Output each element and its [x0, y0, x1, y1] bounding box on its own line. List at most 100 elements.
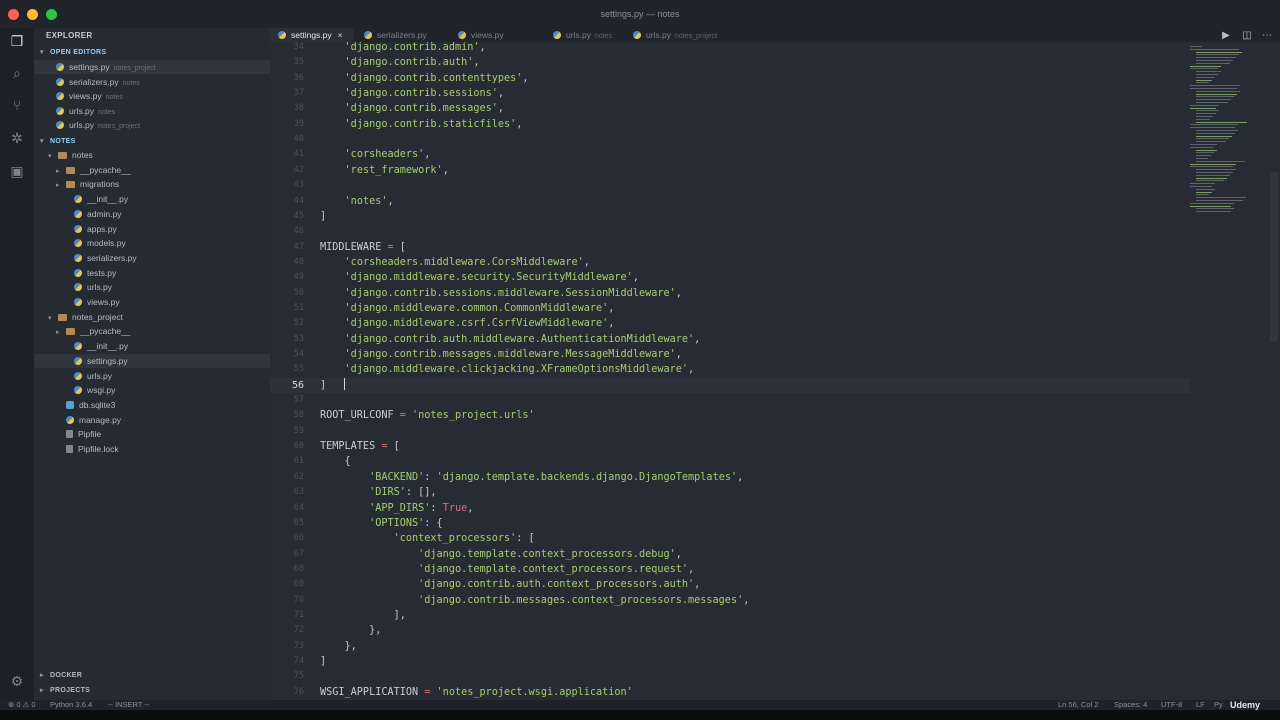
tab-serializers-py[interactable]: serializers.py — [356, 28, 448, 42]
open-editor-item[interactable]: urls.py notes — [34, 104, 270, 118]
code-line[interactable]: 50 'django.contrib.sessions.middleware.S… — [270, 286, 1190, 301]
code-line[interactable]: 46 — [270, 224, 1190, 239]
code-line[interactable]: 71 ], — [270, 608, 1190, 623]
code-line[interactable]: 51 'django.middleware.common.CommonMiddl… — [270, 301, 1190, 316]
search-icon[interactable]: ⌕ — [8, 64, 26, 82]
code-line[interactable]: 52 'django.middleware.csrf.CsrfViewMiddl… — [270, 316, 1190, 331]
open-editor-item[interactable]: views.py notes — [34, 89, 270, 103]
tree-item-file[interactable]: Pipfile.lock — [34, 442, 270, 456]
open-editor-item[interactable]: urls.py notes_project — [34, 118, 270, 132]
code-area[interactable]: 34 'django.contrib.admin', 35 'django.con… — [270, 42, 1190, 700]
settings-gear-icon[interactable]: ⚙ — [8, 672, 26, 690]
code-line[interactable]: 38 'django.contrib.messages', — [270, 101, 1190, 116]
code-line[interactable]: 43 — [270, 178, 1190, 193]
indentation[interactable]: Spaces: 4 — [1114, 700, 1147, 710]
code-line[interactable]: 60 TEMPLATES = [ — [270, 439, 1190, 454]
debug-icon[interactable]: ✲ — [8, 129, 26, 147]
code-line[interactable]: 76 WSGI_APPLICATION = 'notes_project.wsgi… — [270, 685, 1190, 700]
extensions-icon[interactable]: ▣ — [8, 162, 26, 180]
code-line[interactable]: 72 }, — [270, 623, 1190, 638]
code-line[interactable]: 35 'django.contrib.auth', — [270, 55, 1190, 70]
tree-item-py[interactable]: admin.py — [34, 207, 270, 221]
tree-item-py[interactable]: tests.py — [34, 266, 270, 280]
code-line[interactable]: 66 'context_processors': [ — [270, 531, 1190, 546]
code-line[interactable]: 64 'APP_DIRS': True, — [270, 501, 1190, 516]
current-code-line[interactable]: 56] — [270, 377, 1190, 393]
code-line[interactable]: 40 — [270, 132, 1190, 147]
close-window-button[interactable] — [8, 9, 19, 20]
tree-item-py[interactable]: urls.py — [34, 369, 270, 383]
tree-item-py[interactable]: settings.py — [34, 353, 270, 368]
code-line[interactable]: 37 'django.contrib.sessions', — [270, 86, 1190, 101]
explorer-icon[interactable]: ❐ — [8, 32, 26, 50]
minimize-window-button[interactable] — [27, 9, 38, 20]
code-line[interactable]: 53 'django.contrib.auth.middleware.Authe… — [270, 332, 1190, 347]
editor-scrollbar[interactable] — [1270, 172, 1278, 342]
split-editor-icon[interactable]: ◫ — [1241, 30, 1253, 42]
code-line[interactable]: 68 'django.template.context_processors.r… — [270, 562, 1190, 577]
python-interpreter[interactable]: Python 3.6.4 — [50, 700, 92, 710]
code-line[interactable]: 55 'django.middleware.clickjacking.XFram… — [270, 362, 1190, 377]
maximize-window-button[interactable] — [46, 9, 57, 20]
tree-item-py[interactable]: urls.py — [34, 280, 270, 294]
tree-item-db[interactable]: db.sqlite3 — [34, 398, 270, 412]
code-line[interactable]: 69 'django.contrib.auth.context_processo… — [270, 577, 1190, 592]
tree-item-py[interactable]: wsgi.py — [34, 383, 270, 397]
tree-item-folder[interactable]: ▸ migrations — [34, 177, 270, 191]
run-icon[interactable]: ▶ — [1220, 30, 1232, 42]
tab-views-py[interactable]: views.py — [450, 28, 538, 42]
tree-item-file[interactable]: Pipfile — [34, 427, 270, 441]
problems-indicator[interactable]: ⊗ 0 ⚠ 0 — [8, 700, 36, 710]
tab-urls-py[interactable]: urls.py notes — [545, 28, 623, 42]
tab-urls-py[interactable]: urls.py notes_project — [625, 28, 735, 42]
code-line[interactable]: 54 'django.contrib.messages.middleware.M… — [270, 347, 1190, 362]
tree-item-folder[interactable]: ▾ notes_project — [34, 310, 270, 324]
code-line[interactable]: 41 'corsheaders', — [270, 147, 1190, 162]
code-line[interactable]: 44 'notes', — [270, 194, 1190, 209]
code-line[interactable]: 47 MIDDLEWARE = [ — [270, 240, 1190, 255]
code-line[interactable]: 58 ROOT_URLCONF = 'notes_project.urls' — [270, 408, 1190, 423]
tree-item-py[interactable]: serializers.py — [34, 251, 270, 265]
code-line[interactable]: 45] — [270, 209, 1190, 224]
code-line[interactable]: 42 'rest_framework', — [270, 163, 1190, 178]
code-line[interactable]: 34 'django.contrib.admin', — [270, 42, 1190, 55]
open-editors-section[interactable]: ▾ OPEN EDITORS — [40, 48, 106, 56]
close-tab-icon[interactable]: × — [338, 30, 343, 40]
code-line[interactable]: 74] — [270, 654, 1190, 669]
code-line[interactable]: 39 'django.contrib.staticfiles', — [270, 117, 1190, 132]
tree-item-folder[interactable]: ▸ __pycache__ — [34, 163, 270, 177]
code-line[interactable]: 57 — [270, 393, 1190, 408]
tab-settings-py[interactable]: settings.py × — [270, 28, 354, 42]
language-mode[interactable]: Py — [1214, 700, 1223, 710]
tree-item-py[interactable]: models.py — [34, 236, 270, 250]
minimap[interactable] — [1190, 42, 1268, 242]
source-control-icon[interactable]: ⑂ — [8, 96, 26, 114]
projects-section[interactable]: ▸ PROJECTS — [40, 686, 90, 694]
code-line[interactable]: 61 { — [270, 454, 1190, 469]
project-section[interactable]: ▾ NOTES — [40, 137, 76, 145]
code-line[interactable]: 49 'django.middleware.security.SecurityM… — [270, 270, 1190, 285]
open-editor-item[interactable]: settings.py notes_project — [34, 60, 270, 74]
tree-item-py[interactable]: views.py — [34, 295, 270, 309]
code-line[interactable]: 59 — [270, 424, 1190, 439]
tree-item-py[interactable]: apps.py — [34, 222, 270, 236]
encoding[interactable]: UTF-8 — [1161, 700, 1182, 710]
code-line[interactable]: 65 'OPTIONS': { — [270, 516, 1190, 531]
tree-item-py[interactable]: __init__.py — [34, 339, 270, 353]
code-editor[interactable]: 34 'django.contrib.admin', 35 'django.con… — [270, 42, 1280, 700]
code-line[interactable]: 67 'django.template.context_processors.d… — [270, 547, 1190, 562]
code-line[interactable]: 70 'django.contrib.messages.context_proc… — [270, 593, 1190, 608]
tree-item-py[interactable]: __init__.py — [34, 192, 270, 206]
tree-item-py[interactable]: manage.py — [34, 413, 270, 427]
code-line[interactable]: 62 'BACKEND': 'django.template.backends.… — [270, 470, 1190, 485]
code-line[interactable]: 63 'DIRS': [], — [270, 485, 1190, 500]
tree-item-folder[interactable]: ▸ __pycache__ — [34, 324, 270, 338]
open-editor-item[interactable]: serializers.py notes — [34, 75, 270, 89]
code-line[interactable]: 48 'corsheaders.middleware.CorsMiddlewar… — [270, 255, 1190, 270]
line-ending[interactable]: LF — [1196, 700, 1205, 710]
code-line[interactable]: 75 — [270, 669, 1190, 684]
docker-section[interactable]: ▸ DOCKER — [40, 671, 82, 679]
more-actions-icon[interactable]: ⋯ — [1261, 30, 1273, 42]
tree-item-folder[interactable]: ▾ notes — [34, 148, 270, 162]
code-line[interactable]: 73 }, — [270, 639, 1190, 654]
